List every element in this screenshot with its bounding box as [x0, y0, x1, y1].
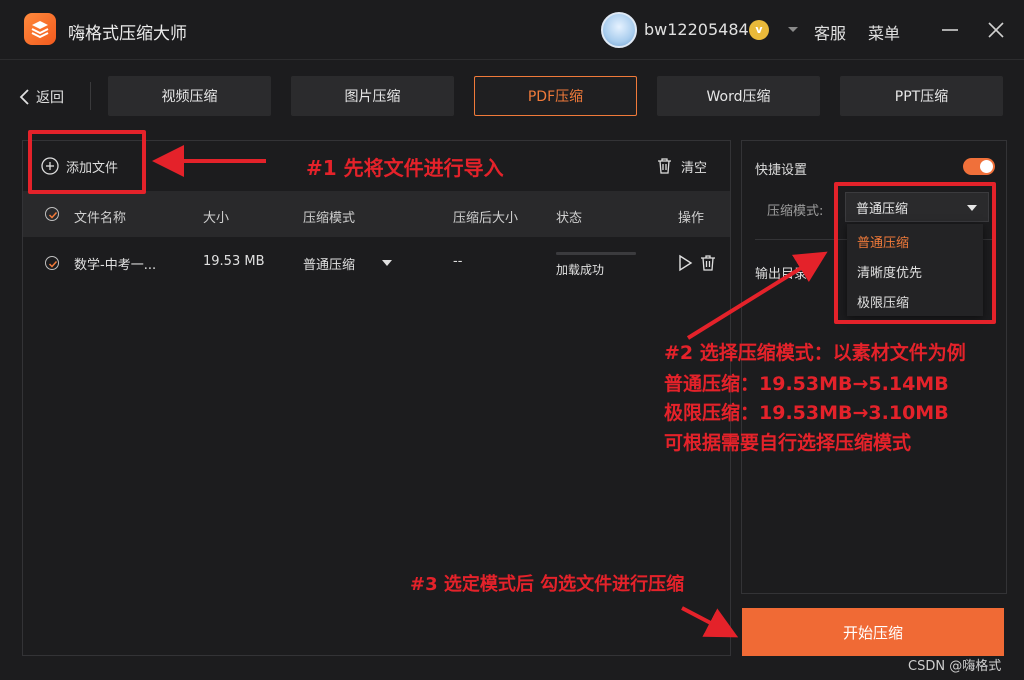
divider	[90, 82, 91, 110]
tab-ppt[interactable]: PPT压缩	[840, 76, 1003, 116]
trash-icon	[658, 158, 671, 174]
status-text: 加载成功	[556, 263, 605, 277]
annotation-step2-line4: 可根据需要自行选择压缩模式	[664, 432, 912, 454]
annotation-step1: #1 先将文件进行导入	[306, 156, 504, 180]
output-dir-label: 输出目录:	[755, 267, 812, 282]
caret-down-icon	[382, 260, 393, 266]
mode-label: 压缩模式:	[767, 204, 824, 219]
clear-label: 清空	[681, 160, 708, 176]
back-button[interactable]: 返回	[18, 86, 64, 108]
row-mode-value: 普通压缩	[303, 257, 356, 273]
title-bar: 嗨格式压缩大师 bw12205484 v 客服 菜单	[0, 0, 1024, 60]
vip-badge: v	[749, 20, 769, 40]
close-icon[interactable]	[986, 20, 1006, 40]
customer-service-link[interactable]: 客服	[814, 20, 846, 44]
file-name: 数学-中考一...	[74, 258, 157, 273]
quick-settings-toggle[interactable]	[963, 158, 995, 175]
app-logo-icon	[24, 13, 56, 45]
back-label: 返回	[36, 90, 64, 106]
annotation-box-add-file	[28, 130, 146, 194]
table-header: 文件名称 大小 压缩模式 压缩后大小 状态 操作	[23, 191, 730, 237]
col-name: 文件名称	[74, 211, 127, 226]
chevron-left-icon	[19, 89, 29, 105]
col-compressed-size: 压缩后大小	[453, 211, 519, 226]
file-size: 19.53 MB	[203, 254, 265, 269]
chevron-down-icon[interactable]	[786, 22, 800, 36]
annotation-step2-line3: 极限压缩：19.53MB→3.10MB	[664, 402, 949, 424]
tab-word[interactable]: Word压缩	[657, 76, 820, 116]
tab-image[interactable]: 图片压缩	[291, 76, 454, 116]
tab-pdf[interactable]: PDF压缩	[474, 76, 637, 116]
progress-fill	[556, 252, 636, 255]
user-avatar[interactable]	[601, 12, 637, 48]
app-title: 嗨格式压缩大师	[68, 24, 187, 44]
watermark: CSDN @嗨格式	[908, 659, 1002, 674]
username[interactable]: bw12205484	[644, 20, 749, 39]
clear-button[interactable]: 清空	[656, 155, 707, 177]
trash-icon[interactable]	[700, 254, 716, 272]
table-row: 数学-中考一... 19.53 MB 普通压缩 -- 加载成功	[23, 237, 730, 289]
row-checkbox[interactable]	[45, 256, 59, 270]
minimize-icon[interactable]	[940, 20, 960, 40]
quick-settings-label: 快捷设置	[755, 163, 808, 178]
annotation-box-mode	[834, 182, 996, 324]
status-progress-bar	[556, 252, 636, 255]
col-actions: 操作	[678, 211, 705, 226]
col-size: 大小	[203, 211, 230, 226]
col-status: 状态	[556, 211, 583, 226]
col-mode: 压缩模式	[303, 211, 356, 226]
row-mode-select[interactable]: 普通压缩	[303, 252, 393, 274]
play-icon[interactable]	[677, 254, 693, 272]
annotation-step3: #3 选定模式后 勾选文件进行压缩	[410, 574, 685, 595]
tab-bar: 返回 视频压缩 图片压缩 PDF压缩 Word压缩 PPT压缩	[0, 60, 1024, 130]
annotation-step2-line2: 普通压缩：19.53MB→5.14MB	[664, 373, 949, 395]
select-all-checkbox[interactable]	[45, 207, 59, 221]
tab-video[interactable]: 视频压缩	[108, 76, 271, 116]
start-compress-button[interactable]: 开始压缩	[742, 608, 1004, 656]
menu-link[interactable]: 菜单	[868, 20, 900, 44]
compressed-size: --	[453, 254, 463, 269]
annotation-step2-line1: #2 选择压缩模式：以素材文件为例	[664, 342, 966, 364]
